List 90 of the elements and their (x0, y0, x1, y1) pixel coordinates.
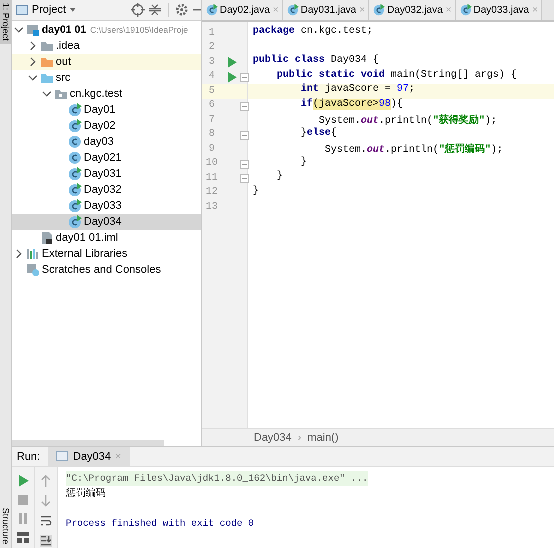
editor-tab[interactable]: Day032.java × (369, 0, 456, 20)
run-icon[interactable] (227, 72, 237, 82)
runnable-class-icon (206, 4, 218, 16)
run-icon[interactable] (18, 475, 28, 487)
editor-tab[interactable]: Day033.java × (456, 0, 542, 20)
line-number: 2 (208, 42, 216, 54)
line-number: 3 (208, 56, 216, 68)
tree-item[interactable]: day03 (12, 134, 201, 150)
fold-icon[interactable] (240, 130, 249, 140)
soft-wrap-icon[interactable] (40, 515, 52, 527)
tree-item[interactable]: Day034 (12, 214, 201, 230)
tree-item[interactable]: cn.kgc.test (12, 86, 201, 102)
project-view-dropdown[interactable]: Project (32, 4, 66, 16)
module-icon (26, 23, 40, 37)
runnable-class-icon (373, 4, 386, 16)
project-tool-tab[interactable]: 1: Project (0, 0, 11, 44)
layout-icon[interactable] (17, 532, 29, 543)
code-line: System.out.println("惩罚编码"); (324, 142, 504, 156)
breadcrumb-separator: › (298, 432, 302, 444)
line-number: 12 (204, 187, 219, 198)
tree-item[interactable]: Day031 (12, 166, 201, 182)
line-number: 6 (208, 100, 216, 112)
scratches-icon (26, 263, 40, 277)
folder-icon (40, 55, 54, 69)
fold-icon[interactable] (240, 160, 249, 168)
runnable-class-icon (286, 4, 299, 16)
code-line: System.out.println("获得奖励"); (318, 114, 498, 128)
package-icon (54, 87, 68, 101)
structure-tool-tab[interactable]: Structure (0, 505, 11, 548)
runnable-class-icon (68, 119, 82, 133)
run-tab[interactable]: Day034 × (48, 447, 130, 466)
line-number: 10 (204, 158, 219, 170)
code-line: package cn.kgc.test; (252, 26, 374, 39)
class-icon (68, 135, 82, 149)
scroll-to-end-icon[interactable] (40, 535, 52, 547)
runnable-class-icon (68, 103, 82, 117)
breadcrumb-item[interactable]: Day034 (254, 432, 292, 444)
breadcrumb-item[interactable]: main() (308, 432, 339, 444)
editor-tab[interactable]: Day031.java × (282, 0, 370, 20)
code-line: public class Day034 { (252, 55, 380, 68)
tree-item[interactable]: Day021 (12, 150, 201, 166)
libraries-icon (26, 247, 40, 261)
file-icon (40, 231, 54, 245)
run-icon[interactable] (227, 57, 237, 68)
tree-item[interactable]: src (12, 70, 201, 86)
tree-item[interactable]: External Libraries (12, 246, 201, 262)
line-number: 8 (208, 129, 216, 140)
console-icon (56, 450, 70, 463)
tree-item[interactable]: Day02 (12, 118, 201, 134)
tree-item[interactable]: out (12, 54, 201, 70)
console-line: 惩罚编码 (66, 486, 106, 501)
runnable-class-icon (68, 215, 82, 229)
code-line: } (276, 171, 284, 184)
fold-icon[interactable] (240, 174, 249, 183)
tree-item[interactable]: day01 01.iml (12, 230, 201, 246)
tree-item[interactable]: Day01 (12, 102, 201, 118)
line-number: 11 (204, 172, 219, 184)
editor-tab[interactable]: Day02.java × (202, 0, 283, 20)
runnable-class-icon (460, 4, 472, 16)
code-line: } (252, 186, 260, 198)
fold-icon[interactable] (240, 102, 249, 110)
code-line: }else{ (300, 128, 338, 140)
console-line: Process finished with exit code 0 (66, 517, 254, 531)
tree-item[interactable]: Day033 (12, 198, 201, 214)
run-label: Run: (16, 450, 42, 462)
line-number: 7 (208, 114, 216, 126)
tree-item[interactable]: .idea (12, 38, 201, 54)
line-number: 5 (208, 86, 216, 97)
locate-icon[interactable] (131, 3, 145, 17)
code-line: if(javaScore>98){ (300, 98, 404, 112)
project-path: C:\Users\19105\IdeaProje (90, 25, 188, 35)
settings-icon[interactable] (175, 3, 189, 17)
collapse-all-icon[interactable] (148, 3, 162, 17)
runnable-class-icon (68, 183, 82, 197)
runnable-class-icon (68, 199, 82, 213)
horizontal-scrollbar[interactable] (12, 440, 164, 446)
line-number: 4 (208, 71, 216, 82)
class-icon (68, 151, 82, 165)
runnable-class-icon (68, 167, 82, 181)
tree-item[interactable]: Day032 (12, 182, 201, 198)
panel-icon (16, 4, 29, 16)
line-number: 9 (208, 144, 216, 155)
tree-item-label[interactable]: day01 01 (42, 24, 86, 36)
code-line: } (300, 156, 308, 170)
fold-icon[interactable] (240, 72, 249, 82)
code-line: public static void main(String[] args) { (276, 70, 518, 82)
line-number: 13 (204, 202, 219, 213)
dropdown-caret-icon[interactable] (69, 6, 78, 14)
line-number: 1 (208, 28, 216, 39)
tree-item[interactable]: Scratches and Consoles (12, 262, 201, 278)
